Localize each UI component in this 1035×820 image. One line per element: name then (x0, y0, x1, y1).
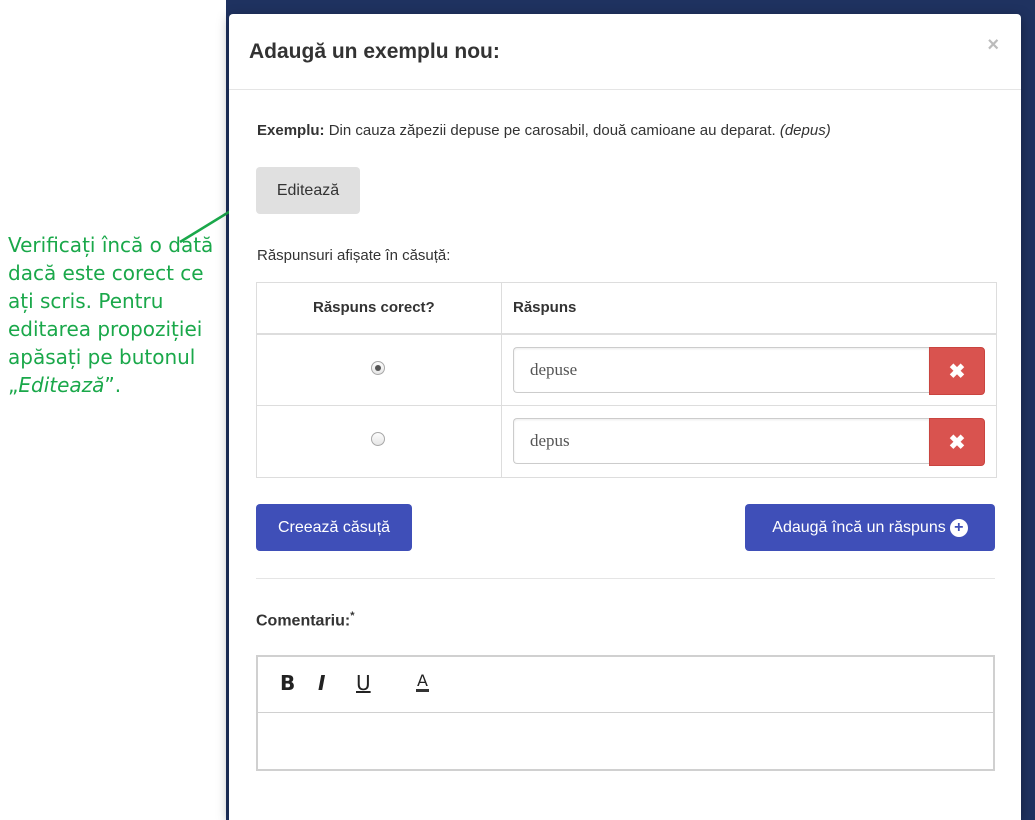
header-answer: Răspuns (513, 299, 577, 316)
required-mark: * (350, 610, 355, 622)
italic-button[interactable]: I (318, 671, 325, 695)
comment-label: Comentariu:* (256, 610, 355, 630)
add-answer-label: Adaugă încă un răspuns (772, 518, 946, 536)
underline-button[interactable]: U (356, 671, 371, 695)
example-text: Din cauza zăpezii depuse pe carosabil, d… (328, 122, 776, 139)
answers-label: Răspunsuri afișate în căsuță: (257, 247, 451, 264)
correct-radio[interactable] (371, 361, 385, 375)
header-correct: Răspuns corect? (313, 299, 435, 316)
answer-input[interactable] (513, 347, 929, 393)
create-box-button[interactable]: Creează căsuță (256, 504, 412, 551)
modal-title: Adaugă un exemplu nou: (249, 40, 500, 63)
add-answer-button[interactable]: Adaugă încă un răspuns + (745, 504, 995, 551)
delete-icon[interactable]: ✖ (929, 418, 985, 466)
correct-radio[interactable] (371, 432, 385, 446)
example-line: Exemplu: Din cauza zăpezii depuse pe car… (257, 122, 831, 139)
plus-circle-icon: + (949, 518, 968, 537)
close-icon[interactable]: × (987, 34, 999, 57)
table-row: ✖ (257, 406, 996, 476)
divider (256, 578, 995, 579)
delete-icon[interactable]: ✖ (929, 347, 985, 395)
editor-toolbar: B I U A (258, 657, 993, 713)
example-hint: (depus) (779, 122, 831, 139)
annotation-note: Verificați încă o dată dacă este corect … (8, 233, 214, 397)
comment-editor: B I U A (256, 655, 995, 771)
table-row: ✖ (257, 335, 996, 406)
text-color-button[interactable]: A (416, 673, 429, 692)
example-label: Exemplu: (257, 122, 325, 139)
bold-button[interactable]: B (280, 671, 295, 695)
comment-textarea[interactable] (258, 713, 993, 771)
add-example-modal: Adaugă un exemplu nou: × Exemplu: Din ca… (229, 14, 1021, 820)
answers-table: Răspuns corect? Răspuns ✖ ✖ (256, 282, 997, 478)
edit-button[interactable]: Editează (256, 167, 360, 214)
annotation-emphasis: Editează (18, 373, 105, 397)
modal-header: Adaugă un exemplu nou: × (229, 14, 1021, 90)
answer-input[interactable] (513, 418, 929, 464)
table-header: Răspuns corect? Răspuns (257, 283, 996, 335)
